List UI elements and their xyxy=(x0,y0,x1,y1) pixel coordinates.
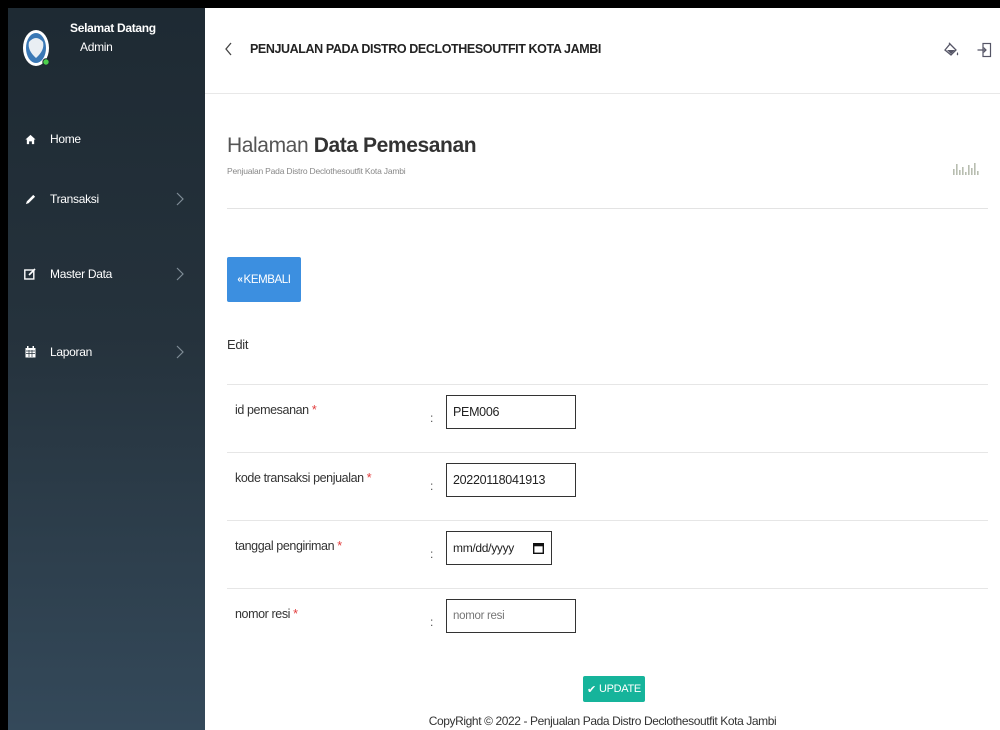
chevron-right-icon xyxy=(176,267,184,281)
paint-bucket-icon[interactable] xyxy=(944,42,960,58)
required-asterisk: * xyxy=(366,471,372,485)
nomor-resi-input[interactable] xyxy=(446,599,576,633)
logout-icon[interactable] xyxy=(976,42,992,58)
tanggal-pengiriman-date-input[interactable]: mm/dd/yyyy xyxy=(446,531,552,565)
required-asterisk: * xyxy=(293,607,298,621)
page-title-main: Data Pemesanan xyxy=(313,134,477,157)
double-chevron-left-icon: « xyxy=(237,274,243,285)
heading-divider xyxy=(227,208,988,209)
field-colon: : xyxy=(430,479,434,493)
check-icon: ✔ xyxy=(587,683,596,696)
footer-copyright: CopyRight © 2022 - Penjualan Pada Distro… xyxy=(428,714,777,728)
date-input-value: mm/dd/yyyy xyxy=(453,541,515,555)
sidebar-item-label: Transaksi xyxy=(50,192,99,206)
calendar-picker-icon[interactable] xyxy=(533,542,544,554)
sidebar-item-label: Home xyxy=(50,132,81,146)
sidebar-item-label: Laporan xyxy=(50,345,92,359)
field-label: tanggal pengiriman * xyxy=(235,539,342,553)
sidebar-item-label: Master Data xyxy=(50,267,113,281)
form-row-nomor-resi: nomor resi * : xyxy=(227,588,988,656)
field-label: id pemesanan * xyxy=(235,403,317,417)
bar-chart-icon xyxy=(953,163,979,175)
sidebar-item-master-data[interactable]: Master Data xyxy=(8,254,205,294)
pencil-icon xyxy=(22,194,38,205)
edit-icon xyxy=(22,268,38,280)
welcome-text: Selamat Datang xyxy=(70,21,156,35)
sidebar-item-transaksi[interactable]: Transaksi xyxy=(8,179,205,219)
field-colon: : xyxy=(430,615,434,629)
field-label: nomor resi * xyxy=(235,607,298,621)
update-button-label: UPDATE xyxy=(598,683,641,695)
section-title: Edit xyxy=(227,337,249,352)
avatar xyxy=(23,30,50,66)
required-asterisk: * xyxy=(311,403,317,417)
kode-transaksi-input[interactable] xyxy=(446,463,576,497)
page-subtitle: Penjualan Pada Distro Declothesoutfit Ko… xyxy=(227,166,406,176)
id-pemesanan-input[interactable] xyxy=(446,395,576,429)
field-colon: : xyxy=(430,547,434,561)
page-title-prefix: Halaman xyxy=(227,134,309,157)
form-row-id-pemesanan: id pemesanan * : xyxy=(227,384,988,452)
field-label: kode transaksi penjualan * xyxy=(235,471,372,485)
top-bar: PENJUALAN PADA DISTRO DECLOTHESOUTFIT KO… xyxy=(205,8,1000,94)
sidebar-toggle-chevron-icon[interactable] xyxy=(223,40,235,58)
calendar-icon xyxy=(22,346,38,358)
app-window: Selamat Datang Admin Home Transaksi Mast… xyxy=(8,8,1000,730)
kembali-button[interactable]: « KEMBALI xyxy=(227,257,301,302)
home-icon xyxy=(22,134,38,145)
form-row-tanggal-pengiriman: tanggal pengiriman * : mm/dd/yyyy xyxy=(227,520,988,588)
main-content: Halaman Data Pemesanan Penjualan Pada Di… xyxy=(205,94,1000,730)
sidebar-item-home[interactable]: Home xyxy=(8,119,205,159)
sidebar-item-laporan[interactable]: Laporan xyxy=(8,332,205,372)
app-title: PENJUALAN PADA DISTRO DECLOTHESOUTFIT KO… xyxy=(250,42,601,56)
sidebar: Selamat Datang Admin Home Transaksi Mast… xyxy=(8,8,205,730)
chevron-right-icon xyxy=(176,345,184,359)
page-title: Halaman Data Pemesanan xyxy=(227,134,477,158)
form-row-kode-transaksi: kode transaksi penjualan * : xyxy=(227,452,988,520)
required-asterisk: * xyxy=(337,539,342,553)
update-button[interactable]: ✔ UPDATE xyxy=(583,676,645,702)
chevron-right-icon xyxy=(176,192,184,206)
user-profile: Selamat Datang Admin xyxy=(8,8,205,96)
field-colon: : xyxy=(430,411,434,425)
user-role: Admin xyxy=(80,40,113,54)
kembali-button-label: KEMBALI xyxy=(243,273,291,286)
